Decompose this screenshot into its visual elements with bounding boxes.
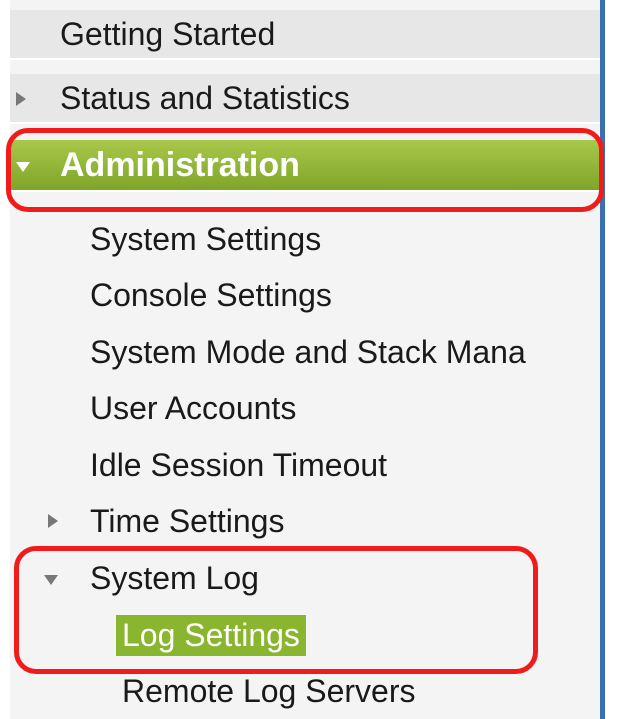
nav-item-label: Getting Started — [60, 15, 276, 52]
expand-arrow-icon[interactable] — [16, 92, 26, 106]
nav-item-status-and-statistics[interactable]: Status and Statistics — [10, 74, 600, 124]
nav-border — [600, 0, 605, 719]
nav-item-label: System Mode and Stack Mana — [90, 333, 526, 370]
nav-item-label: Console Settings — [90, 276, 332, 313]
nav-item-label: Status and Statistics — [60, 79, 350, 116]
expand-arrow-icon[interactable] — [48, 514, 58, 528]
nav-item-idle-session-timeout[interactable]: Idle Session Timeout — [10, 440, 600, 490]
nav-item-label: Idle Session Timeout — [90, 446, 388, 483]
nav-item-label: Remote Log Servers — [122, 672, 416, 709]
nav-item-label: System Settings — [90, 220, 322, 257]
nav-item-getting-started[interactable]: Getting Started — [10, 10, 600, 60]
nav-item-system-settings[interactable]: System Settings — [10, 214, 600, 264]
nav-item-user-accounts[interactable]: User Accounts — [10, 383, 600, 433]
nav-item-time-settings[interactable]: Time Settings — [10, 496, 600, 546]
highlight-callout-system-log — [14, 546, 538, 674]
nav-item-console-settings[interactable]: Console Settings — [10, 270, 600, 320]
nav-item-label: User Accounts — [90, 389, 297, 426]
nav-item-label: Time Settings — [90, 502, 285, 539]
nav-item-system-mode-and-stack-management[interactable]: System Mode and Stack Mana — [10, 327, 600, 377]
highlight-callout-administration — [6, 128, 604, 212]
